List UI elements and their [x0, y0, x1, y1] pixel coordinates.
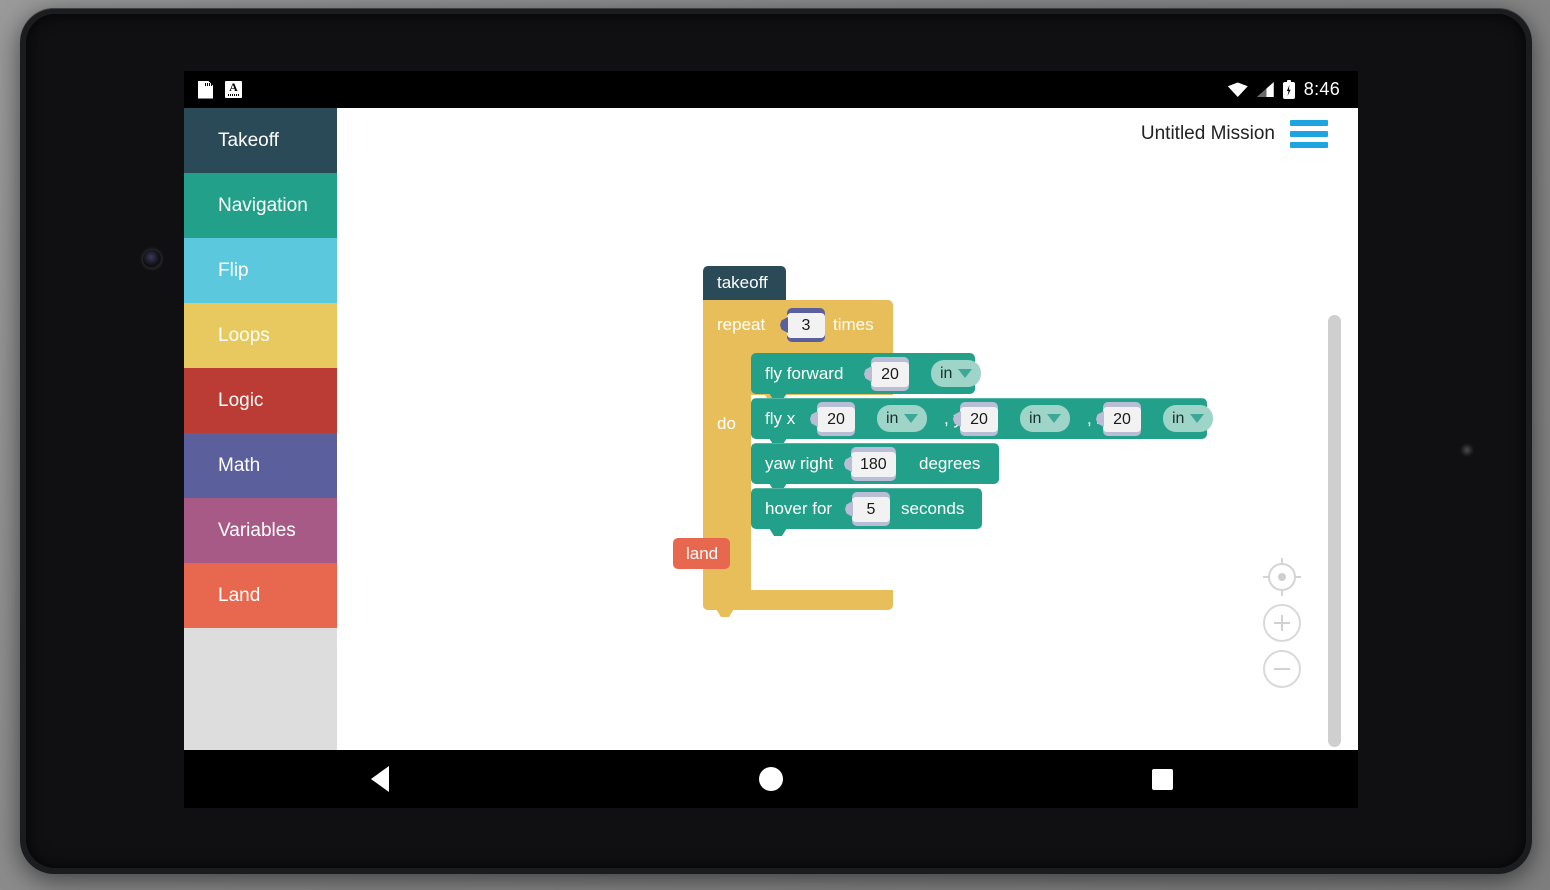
- sidebar-item-label: Variables: [218, 519, 296, 541]
- sidebar-item-takeoff[interactable]: Takeoff: [184, 108, 337, 173]
- fly-forward-block[interactable]: fly forward 20 in: [751, 353, 982, 401]
- status-bar-right-icons: 8:46: [1227, 79, 1340, 100]
- sidebar-item-variables[interactable]: Variables: [184, 498, 337, 563]
- fly-x-unit-label: in: [886, 409, 899, 427]
- sidebar-item-loops[interactable]: Loops: [184, 303, 337, 368]
- fly-y-unit-dropdown[interactable]: in: [1020, 405, 1071, 432]
- fly-forward-distance-input[interactable]: 20: [871, 361, 909, 387]
- repeat-block-foot: [703, 592, 788, 610]
- fly-y-unit-label: in: [1029, 409, 1042, 427]
- fly-z-value-socket[interactable]: 20: [1103, 402, 1141, 436]
- hover-seconds-socket[interactable]: 5: [852, 492, 890, 526]
- workspace-header: Untitled Mission: [1141, 120, 1328, 148]
- fly-z-unit-dropdown[interactable]: in: [1163, 405, 1214, 432]
- nav-back-button[interactable]: [184, 766, 575, 792]
- sensor-led-icon: [1460, 443, 1474, 457]
- land-block[interactable]: land: [673, 538, 730, 569]
- fly-forward-unit-label: in: [940, 364, 953, 382]
- fly-forward-distance-socket[interactable]: 20: [871, 357, 909, 391]
- hover-for-label: hover for: [765, 499, 833, 518]
- yaw-degrees-socket[interactable]: 180: [851, 447, 896, 481]
- sidebar-item-label: Flip: [218, 259, 249, 281]
- fly-x-value-input[interactable]: 20: [817, 406, 855, 432]
- fly-y-value-input[interactable]: 20: [960, 406, 998, 432]
- sidebar-item-label: Navigation: [218, 194, 308, 216]
- repeat-count-socket[interactable]: 3: [787, 308, 825, 342]
- chevron-down-icon: [1047, 414, 1062, 423]
- yaw-degrees-input[interactable]: 180: [851, 451, 896, 477]
- fly-x-value-socket[interactable]: 20: [817, 402, 855, 436]
- sidebar-item-label: Logic: [218, 389, 264, 411]
- front-camera-icon: [143, 250, 161, 268]
- land-block-label: land: [686, 543, 719, 563]
- sidebar-item-label: Math: [218, 454, 261, 476]
- blockly-workspace[interactable]: Untitled Mission takeoff repeat 3 times …: [337, 108, 1358, 808]
- status-bar-clock: 8:46: [1303, 79, 1340, 99]
- sidebar-item-navigation[interactable]: Navigation: [184, 173, 337, 238]
- nav-recents-button[interactable]: [967, 768, 1358, 790]
- sd-card-icon: [198, 80, 213, 99]
- sidebar-item-math[interactable]: Math: [184, 433, 337, 498]
- fly-z-value-input[interactable]: 20: [1103, 406, 1141, 432]
- sidebar-item-logic[interactable]: Logic: [184, 368, 337, 433]
- wifi-icon: [1227, 82, 1248, 97]
- cellular-signal-icon: [1256, 82, 1274, 97]
- zoom-in-button[interactable]: [1263, 604, 1301, 642]
- circle-home-icon: [758, 767, 783, 791]
- fly-xyz-block[interactable]: fly x 20 in , y 20 in , z 20 in: [751, 398, 1214, 446]
- android-nav-bar: [184, 750, 1358, 808]
- nav-home-button[interactable]: [575, 767, 966, 791]
- triangle-back-icon: [370, 766, 389, 792]
- vertical-scrollbar[interactable]: [1328, 315, 1341, 747]
- hamburger-menu-icon[interactable]: [1290, 120, 1328, 148]
- toolbox-sidebar: Takeoff Navigation Flip Loops Logic Math…: [184, 108, 337, 808]
- repeat-times-label: times: [833, 315, 874, 334]
- fly-z-unit-label: in: [1172, 409, 1185, 427]
- mission-title: Untitled Mission: [1140, 123, 1275, 144]
- android-status-bar: A 8:46: [184, 71, 1358, 108]
- fly-y-value-socket[interactable]: 20: [960, 402, 998, 436]
- yaw-right-block[interactable]: yaw right 180 degrees: [751, 443, 999, 491]
- sidebar-item-land[interactable]: Land: [184, 563, 337, 628]
- sidebar-item-label: Takeoff: [218, 129, 279, 151]
- takeoff-block-label: takeoff: [717, 273, 768, 292]
- fly-x-label: fly x: [765, 409, 796, 428]
- sidebar-item-label: Land: [218, 584, 261, 606]
- hover-seconds-input[interactable]: 5: [852, 496, 890, 522]
- center-workspace-button[interactable]: [1263, 558, 1301, 596]
- repeat-bottom-notch: [716, 609, 734, 617]
- status-bar-left-icons: A: [198, 80, 242, 99]
- fly-forward-unit-dropdown[interactable]: in: [931, 360, 982, 387]
- yaw-degrees-suffix: degrees: [919, 454, 981, 473]
- hover-for-block[interactable]: hover for 5 seconds: [751, 488, 982, 536]
- keyboard-language-icon: A: [225, 81, 242, 98]
- sidebar-item-label: Loops: [218, 324, 270, 346]
- repeat-label: repeat: [717, 315, 766, 334]
- yaw-right-label: yaw right: [765, 454, 834, 473]
- chevron-down-icon: [904, 414, 919, 423]
- fly-forward-label: fly forward: [765, 364, 844, 383]
- workspace-controls: [1263, 558, 1301, 688]
- battery-charging-icon: [1282, 80, 1295, 99]
- repeat-count-input[interactable]: 3: [787, 312, 825, 338]
- takeoff-block[interactable]: takeoff: [703, 266, 786, 300]
- square-recents-icon: [1151, 768, 1173, 790]
- tablet-screen: A 8:46 Takeoff Navigation Flip Loops Log…: [184, 71, 1358, 808]
- sidebar-item-flip[interactable]: Flip: [184, 238, 337, 303]
- hover-seconds-suffix: seconds: [901, 499, 965, 518]
- chevron-down-icon: [958, 369, 973, 378]
- zoom-out-button[interactable]: [1263, 650, 1301, 688]
- screenshot-root: A 8:46 Takeoff Navigation Flip Loops Log…: [0, 0, 1550, 890]
- fly-x-unit-dropdown[interactable]: in: [877, 405, 928, 432]
- repeat-do-label: do: [717, 414, 736, 433]
- chevron-down-icon: [1190, 414, 1205, 423]
